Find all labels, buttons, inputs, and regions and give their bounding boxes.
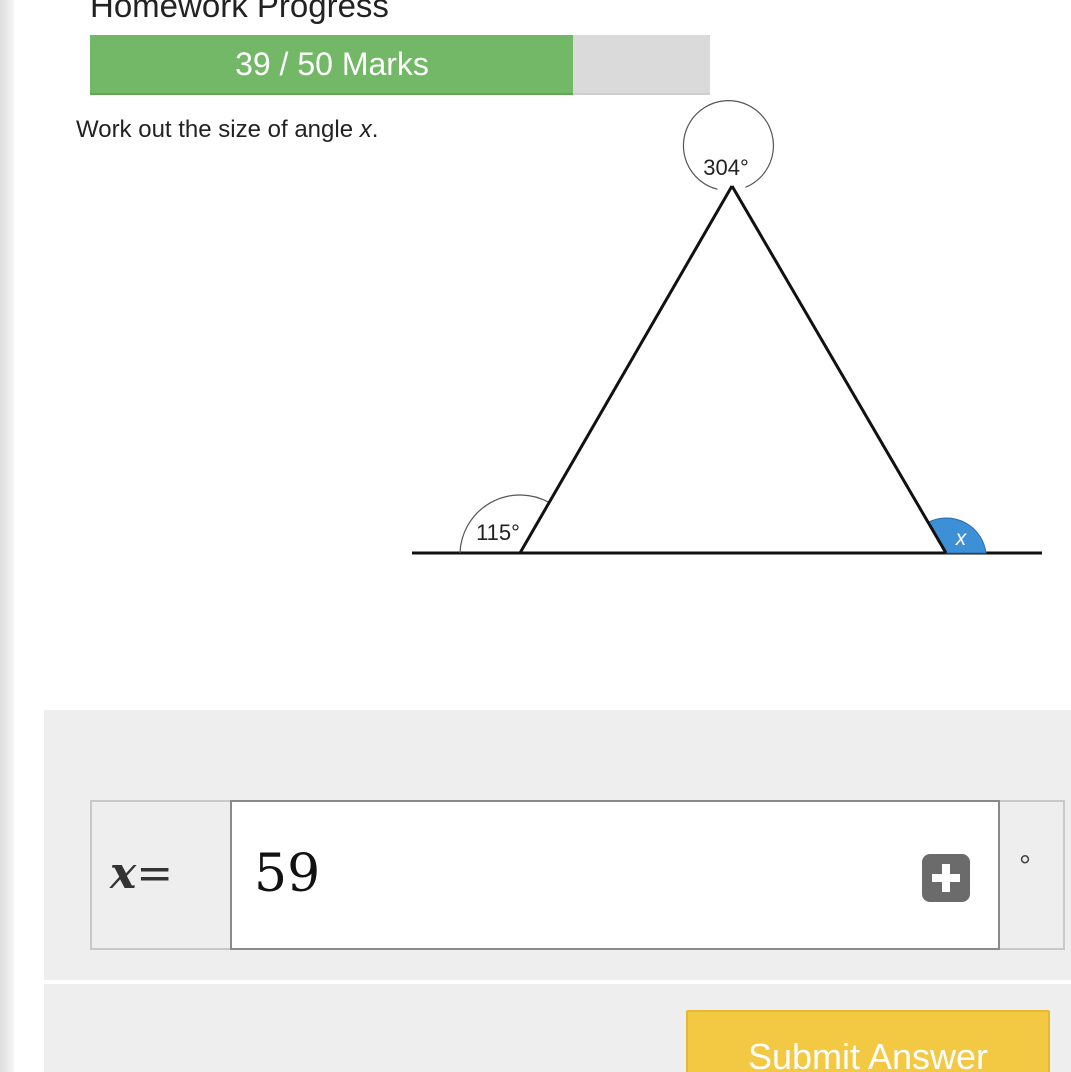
homework-page: Homework Progress 39 / 50 Marks Work out… <box>0 0 1071 1072</box>
answer-value[interactable]: 59 <box>254 842 320 906</box>
angle-label-top: 304° <box>703 155 749 180</box>
submit-answer-button[interactable]: Submit Answer <box>686 1010 1050 1072</box>
answer-variable-label: x= <box>110 848 173 899</box>
angle-label-bottom-left: 115° <box>476 520 520 545</box>
triangle-diagram: 304° 115° x <box>412 100 1042 555</box>
degree-unit: ° <box>1019 850 1031 883</box>
triangle-side-right <box>730 185 948 554</box>
plus-square-icon[interactable] <box>922 854 970 902</box>
equals-sign: = <box>136 848 174 899</box>
triangle-side-left <box>518 185 734 554</box>
angle-label-x: x <box>955 527 968 550</box>
answer-variable: x <box>110 848 137 899</box>
answer-input[interactable]: 59 <box>230 800 1000 950</box>
